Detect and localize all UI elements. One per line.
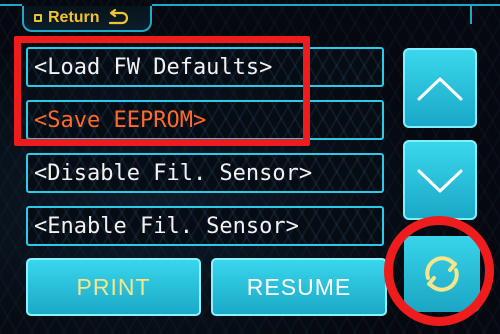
return-arrow-icon	[108, 9, 128, 25]
menu-item-label: <Enable Fil. Sensor>	[34, 213, 299, 239]
top-frame: Return	[0, 0, 500, 36]
menu-item-label: <Disable Fil. Sensor>	[34, 160, 313, 186]
scroll-up-button[interactable]	[403, 48, 477, 128]
return-label: Return	[48, 9, 100, 26]
scroll-down-button[interactable]	[403, 140, 477, 220]
chevron-down-icon	[417, 169, 463, 193]
return-button[interactable]: Return	[22, 6, 152, 32]
print-label: PRINT	[76, 273, 151, 300]
resume-label: RESUME	[246, 273, 352, 300]
highlight-box	[14, 36, 310, 146]
frame-line-corner	[470, 4, 472, 24]
square-bullet-icon	[34, 14, 42, 22]
printer-screen: Return <Load FW Defaults> <Save EEPROM> …	[0, 0, 500, 334]
highlight-circle	[384, 216, 494, 326]
menu-item-disable-fil-sensor[interactable]: <Disable Fil. Sensor>	[26, 153, 384, 193]
print-button[interactable]: PRINT	[26, 258, 201, 316]
frame-line-left	[0, 4, 22, 6]
resume-button[interactable]: RESUME	[211, 258, 387, 316]
menu-item-enable-fil-sensor[interactable]: <Enable Fil. Sensor>	[26, 206, 384, 246]
chevron-up-icon	[417, 77, 463, 101]
frame-line-right	[152, 4, 500, 6]
